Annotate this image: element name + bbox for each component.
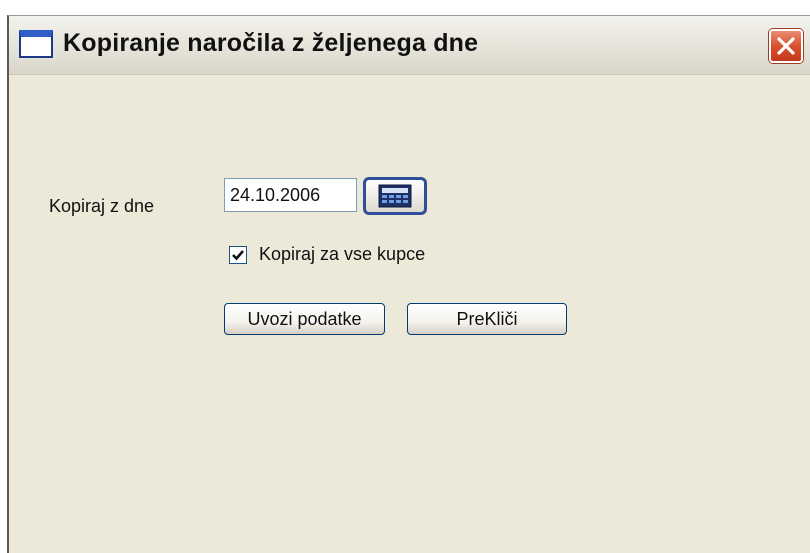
dialog-window: Kopiranje naročila z željenega dne Kopir… [7,15,810,553]
cancel-button[interactable]: PreKliči [407,303,567,335]
title-bar[interactable]: Kopiranje naročila z željenega dne [9,16,810,75]
close-button[interactable] [769,29,803,63]
window-title: Kopiranje naročila z željenega dne [63,29,479,57]
window-icon [19,30,53,58]
date-input[interactable] [224,178,357,212]
calendar-icon [378,184,412,208]
checkmark-icon [232,250,244,261]
import-data-button[interactable]: Uvozi podatke [224,303,385,335]
copy-all-customers-checkbox[interactable] [229,246,247,264]
close-icon [777,37,795,55]
copy-all-customers-label[interactable]: Kopiraj za vse kupce [259,244,425,265]
copy-from-date-label: Kopiraj z dne [49,196,155,216]
calendar-button[interactable] [363,177,427,215]
